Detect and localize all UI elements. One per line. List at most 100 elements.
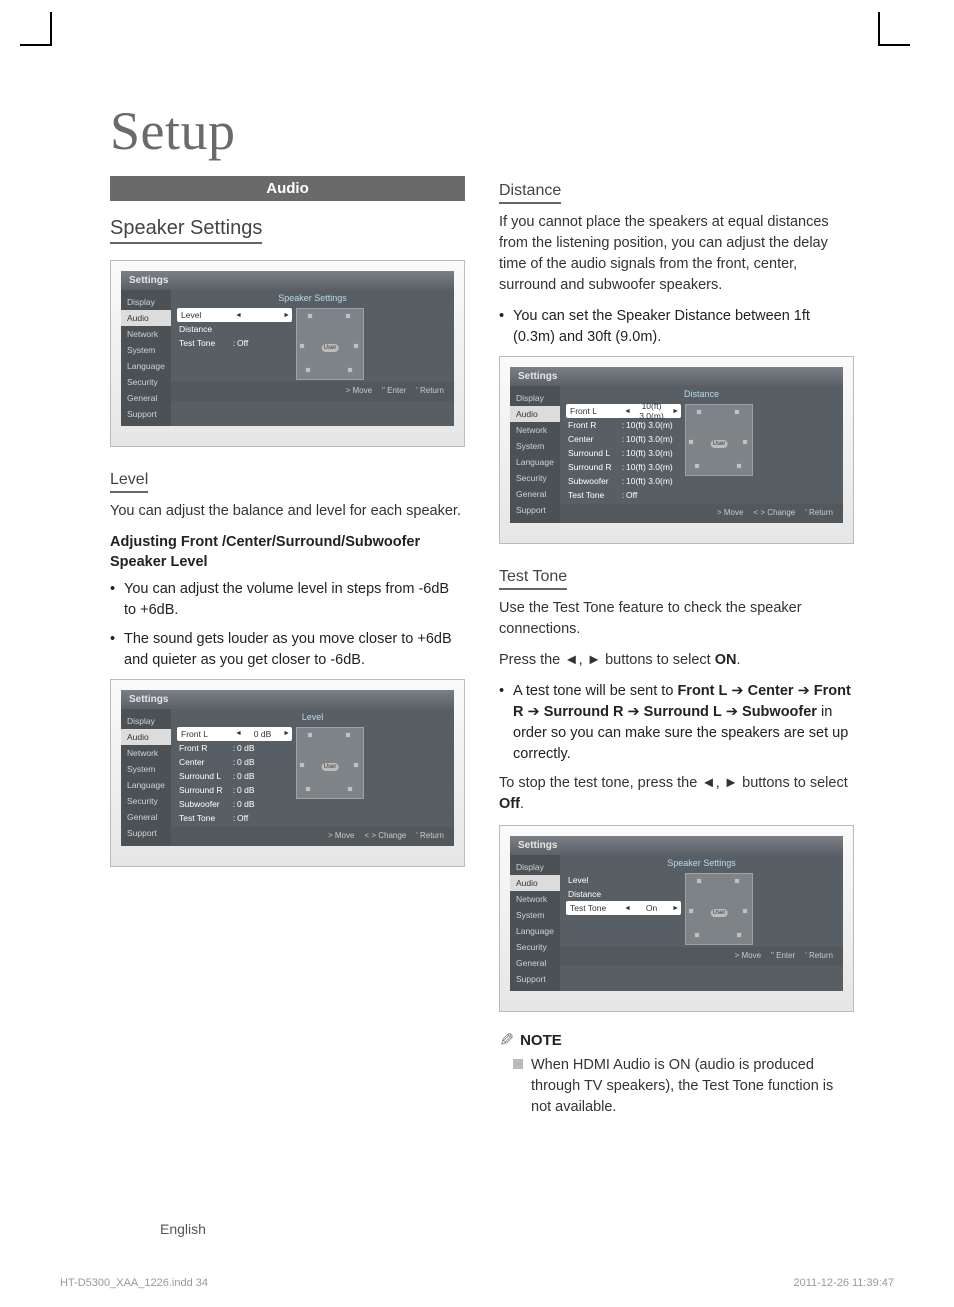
testtone-heading: Test Tone [499,568,567,590]
osd-list-row[interactable]: Surround R:0 dB [177,783,292,797]
osd-panel-title: Speaker Settings [560,855,843,871]
osd-sidebar-item[interactable]: Network [510,422,560,438]
osd-sidebar-item[interactable]: General [510,955,560,971]
osd-list-row[interactable]: Center:0 dB [177,755,292,769]
osd-sidebar-item[interactable]: Display [510,859,560,875]
osd-sidebar-item[interactable]: Security [510,939,560,955]
osd-list-row[interactable]: Level [566,873,681,887]
osd-list-row[interactable]: Distance [566,887,681,901]
distance-heading: Distance [499,182,561,204]
osd-settings-label: Settings [121,271,454,290]
osd-testtone: Settings DisplayAudioNetworkSystemLanguag… [499,825,854,1012]
osd-sidebar-item[interactable]: General [121,390,171,406]
right-arrow-icon: ► [587,652,601,668]
level-description: You can adjust the balance and level for… [110,501,465,522]
osd-sidebar-item[interactable]: Display [510,390,560,406]
osd-sidebar-item[interactable]: Network [510,891,560,907]
osd-settings-label: Settings [510,367,843,386]
osd-list-row[interactable]: Level◄► [177,308,292,322]
osd-sidebar-item[interactable]: System [121,761,171,777]
osd-sidebar-item[interactable]: Display [121,294,171,310]
osd-sidebar-item[interactable]: System [121,342,171,358]
right-arrow-icon[interactable]: ► [672,905,679,912]
osd-list-row[interactable]: Front R:10(ft) 3.0(m) [566,418,681,432]
osd-sidebar-item[interactable]: Audio [121,310,171,326]
osd-panel-title: Level [171,709,454,725]
osd-level: SettingsDisplayAudioNetworkSystemLanguag… [110,679,465,867]
left-arrow-icon[interactable]: ◄ [235,312,242,319]
osd-list-row[interactable]: Test Tone:Off [177,811,292,825]
osd-footer-hints: > Move< > Change' Return [560,504,843,523]
osd-sidebar-item[interactable]: System [510,438,560,454]
osd-distance: Settings DisplayAudioNetworkSystemLanguag… [499,356,854,544]
osd-list-row[interactable]: Test Tone:Off [177,336,292,350]
osd-list-row[interactable]: Center:10(ft) 3.0(m) [566,432,681,446]
osd-list-row[interactable]: Test Tone◄On► [566,901,681,915]
print-meta: HT-D5300_XAA_1226.indd 34 2011-12-26 11:… [0,1277,954,1289]
right-arrow-icon[interactable]: ► [672,408,679,415]
osd-list-row[interactable]: Surround L:10(ft) 3.0(m) [566,446,681,460]
osd-list-row[interactable]: Subwoofer:0 dB [177,797,292,811]
osd-list-row[interactable]: Surround L:0 dB [177,769,292,783]
osd-sidebar-item[interactable]: General [121,809,171,825]
level-heading: Level [110,471,148,493]
osd-list-row[interactable]: Front L◄10(ft) 3.0(m)► [566,404,681,418]
osd-sidebar-item[interactable]: Language [510,454,560,470]
osd-sidebar-item[interactable]: Support [121,825,171,841]
osd-sidebar-item[interactable]: Language [121,777,171,793]
osd-sidebar-item[interactable]: Audio [510,875,560,891]
osd-sidebar-item[interactable]: Security [121,374,171,390]
indd-file: HT-D5300_XAA_1226.indd 34 [60,1277,208,1289]
speaker-settings-heading: Speaker Settings [110,217,262,244]
osd-sidebar-item[interactable]: Security [510,470,560,486]
osd-sidebar-item[interactable]: Network [121,326,171,342]
level-subheading: Adjusting Front /Center/Surround/Subwoof… [110,532,465,573]
osd-sidebar-item[interactable]: Language [121,358,171,374]
page-title: Setup [110,100,884,162]
right-column: Distance If you cannot place the speaker… [499,176,854,1118]
left-column: Audio Speaker Settings SettingsDisplayAu… [110,176,465,1118]
osd-sidebar-item[interactable]: General [510,486,560,502]
osd-sidebar-item[interactable]: System [510,907,560,923]
osd-sidebar-item[interactable]: Support [510,502,560,518]
osd-speaker-settings: Settings DisplayAudioNetworkSystemLanguag… [110,260,465,447]
right-arrow-icon[interactable]: ► [283,312,290,319]
level-bullet-2: •The sound gets louder as you move close… [110,629,465,671]
osd-footer-hints: > Move< > Change' Return [171,827,454,846]
testtone-press: Press the ◄, ► buttons to select ON. [499,650,854,671]
right-arrow-icon[interactable]: ► [283,730,290,737]
osd-sidebar-item[interactable]: Network [121,745,171,761]
indd-date: 2011-12-26 11:39:47 [793,1277,894,1289]
speaker-layout-diagram: User [685,873,753,945]
testtone-stop: To stop the test tone, press the ◄, ► bu… [499,773,854,815]
audio-banner: Audio [110,176,465,201]
osd-settings-label: Settings [510,836,843,855]
osd-sidebar-item[interactable]: Support [121,406,171,422]
distance-description: If you cannot place the speakers at equa… [499,212,854,296]
osd-panel-title: Distance [560,386,843,402]
osd-list-row[interactable]: Front R:0 dB [177,741,292,755]
osd-sidebar-item[interactable]: Security [121,793,171,809]
speaker-layout-diagram: User [685,404,753,476]
osd-sidebar-item[interactable]: Language [510,923,560,939]
osd-sidebar-item[interactable]: Audio [510,406,560,422]
osd-sidebar-item[interactable]: Support [510,971,560,987]
pencil-icon: ✎ [499,1030,514,1051]
left-arrow-icon[interactable]: ◄ [624,905,631,912]
speaker-layout-diagram: User [296,727,364,799]
speaker-layout-diagram: User [296,308,364,380]
osd-sidebar-item[interactable]: Audio [121,729,171,745]
osd-list-row[interactable]: Subwoofer:10(ft) 3.0(m) [566,474,681,488]
left-arrow-icon[interactable]: ◄ [235,730,242,737]
osd-footer-hints: > Move" Enter' Return [560,947,843,966]
osd-sidebar-item[interactable]: Display [121,713,171,729]
left-arrow-icon[interactable]: ◄ [624,408,631,415]
osd-list-row[interactable]: Distance [177,322,292,336]
osd-list-row[interactable]: Test Tone:Off [566,488,681,502]
osd-list-row[interactable]: Surround R:10(ft) 3.0(m) [566,460,681,474]
note-heading: ✎ NOTE [499,1030,854,1051]
square-bullet-icon [513,1059,523,1069]
osd-list-row[interactable]: Front L◄0 dB► [177,727,292,741]
note-text: When HDMI Audio is ON (audio is produced… [513,1055,854,1118]
level-bullet-1: •You can adjust the volume level in step… [110,579,465,621]
